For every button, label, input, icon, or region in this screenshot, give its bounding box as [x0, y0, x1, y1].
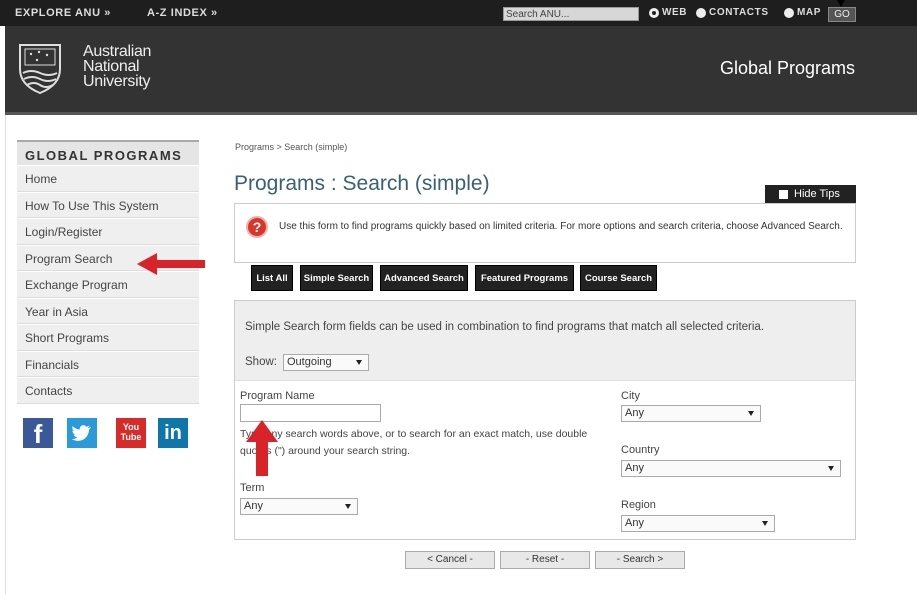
- mouse-pointer-icon: [836, 0, 846, 7]
- sidebar-item-login-register[interactable]: Login/Register: [17, 218, 199, 245]
- sidebar-item-year-in-asia[interactable]: Year in Asia: [17, 297, 199, 324]
- sidebar-item-home[interactable]: Home: [17, 165, 199, 192]
- country-label: Country: [621, 444, 660, 456]
- go-button[interactable]: GO: [828, 7, 856, 22]
- tab-simple-search[interactable]: Simple Search: [300, 265, 373, 291]
- hide-tips-toggle[interactable]: Hide Tips: [765, 185, 856, 203]
- annotation-arrow-left-icon: [137, 253, 205, 275]
- search-button[interactable]: - Search >: [595, 551, 685, 569]
- linkedin-icon[interactable]: in: [158, 418, 188, 448]
- logo-line: University: [83, 73, 151, 90]
- youtube-icon[interactable]: You Tube: [116, 418, 146, 448]
- top-utility-bar: EXPLORE ANU » A-Z INDEX » WEB CONTACTS M…: [0, 0, 917, 26]
- radio-contacts-label: CONTACTS: [709, 7, 769, 18]
- radio-web[interactable]: WEB: [649, 7, 687, 18]
- dropdown-arrow-icon: [345, 504, 351, 509]
- breadcrumb[interactable]: Programs > Search (simple): [235, 142, 347, 152]
- tip-box: ? Use this form to find programs quickly…: [234, 203, 856, 263]
- show-select[interactable]: Outgoing: [283, 354, 369, 371]
- show-value: Outgoing: [287, 356, 332, 368]
- show-label: Show:: [245, 356, 277, 368]
- logo-line: Australian: [83, 43, 152, 60]
- sidebar-item-how-to-use[interactable]: How To Use This System: [17, 191, 199, 218]
- tip-text: Use this form to find programs quickly b…: [279, 221, 843, 232]
- page-border: [5, 115, 6, 594]
- tab-course-search[interactable]: Course Search: [580, 265, 657, 291]
- anu-wordmark[interactable]: Australian National University: [83, 43, 152, 90]
- checkbox-icon[interactable]: [779, 190, 788, 199]
- twitter-icon[interactable]: [67, 418, 97, 448]
- radio-icon: [696, 7, 706, 18]
- dropdown-arrow-icon: [762, 521, 768, 526]
- panel-header: Simple Search form fields can be used in…: [235, 301, 855, 381]
- sidebar-item-financials[interactable]: Financials: [17, 350, 199, 377]
- city-label: City: [621, 390, 640, 402]
- hide-tips-label: Hide Tips: [794, 188, 840, 200]
- cancel-button[interactable]: < Cancel -: [405, 551, 495, 569]
- question-icon: ?: [246, 216, 268, 238]
- tab-list-all[interactable]: List All: [251, 265, 293, 291]
- form-description: Simple Search form fields can be used in…: [245, 321, 765, 333]
- twitter-bird-icon: [71, 425, 91, 441]
- tab-featured-programs[interactable]: Featured Programs: [475, 265, 574, 291]
- country-select[interactable]: Any: [621, 460, 841, 477]
- tab-advanced-search[interactable]: Advanced Search: [380, 265, 468, 291]
- dropdown-arrow-icon: [828, 466, 834, 471]
- radio-selected-icon: [649, 7, 659, 18]
- term-value: Any: [244, 500, 263, 512]
- facebook-icon[interactable]: f: [23, 418, 53, 449]
- radio-icon: [784, 7, 794, 18]
- dropdown-arrow-icon: [356, 360, 362, 365]
- region-label: Region: [621, 499, 656, 511]
- term-select[interactable]: Any: [240, 498, 358, 515]
- sidebar-title: GLOBAL PROGRAMS: [17, 140, 199, 165]
- logo-line: National: [83, 58, 140, 75]
- annotation-arrow-up-icon: [246, 420, 278, 476]
- dropdown-arrow-icon: [748, 411, 754, 416]
- city-value: Any: [625, 407, 644, 419]
- search-help-text: Type any search words above, or to searc…: [240, 428, 588, 457]
- site-search-input[interactable]: [503, 7, 639, 21]
- az-index-link[interactable]: A-Z INDEX »: [147, 7, 218, 19]
- region-value: Any: [625, 517, 644, 529]
- reset-button[interactable]: - Reset -: [500, 551, 590, 569]
- radio-map-label: MAP: [797, 7, 822, 18]
- city-select[interactable]: Any: [621, 405, 761, 422]
- search-form-panel: Simple Search form fields can be used in…: [234, 300, 856, 540]
- radio-contacts[interactable]: CONTACTS: [696, 7, 769, 18]
- program-name-label: Program Name: [240, 390, 315, 402]
- page-title: Programs : Search (simple): [234, 172, 490, 195]
- sidebar-item-contacts[interactable]: Contacts: [17, 377, 199, 404]
- youtube-label: You: [122, 422, 140, 432]
- radio-map[interactable]: MAP: [784, 7, 821, 18]
- country-value: Any: [625, 462, 644, 474]
- anu-crest-logo[interactable]: [17, 43, 63, 95]
- site-header: Australian National University Global Pr…: [5, 26, 917, 115]
- youtube-label: Tube: [120, 432, 142, 442]
- term-label: Term: [240, 482, 265, 494]
- site-title[interactable]: Global Programs: [720, 58, 855, 79]
- region-select[interactable]: Any: [621, 515, 775, 532]
- sidebar-item-short-programs[interactable]: Short Programs: [17, 324, 199, 351]
- explore-anu-link[interactable]: EXPLORE ANU »: [15, 7, 111, 19]
- radio-web-label: WEB: [662, 7, 688, 18]
